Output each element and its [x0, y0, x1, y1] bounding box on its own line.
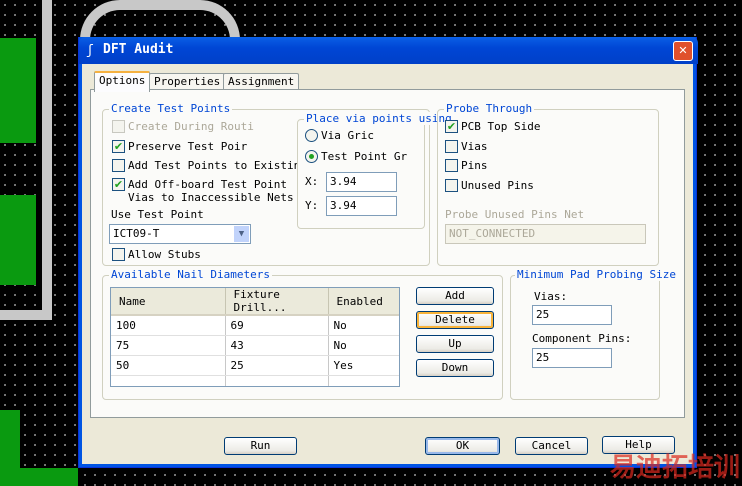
run-button[interactable]: Run — [224, 437, 297, 455]
probe-unused-net-label: Probe Unused Pins Net — [445, 208, 585, 221]
use-test-point-label: Use Test Point — [111, 208, 204, 221]
label-line: Vias to Inaccessible Nets — [128, 191, 294, 204]
cell[interactable] — [225, 375, 329, 386]
pins-checkbox[interactable]: Pins — [445, 159, 488, 172]
cell[interactable]: Yes — [328, 355, 399, 376]
add-button[interactable]: Add — [416, 287, 494, 305]
radio-button — [305, 129, 318, 142]
radio-label: Via Gric — [321, 129, 374, 142]
table-header: Name Fixture Drill... Enabled — [111, 288, 399, 316]
checkbox-box — [445, 179, 458, 192]
unused-pins-checkbox[interactable]: Unused Pins — [445, 179, 534, 192]
min-pad-vias-label: Vias: — [534, 290, 568, 303]
test-point-grid-radio[interactable]: Test Point Gr — [305, 150, 407, 163]
group-legend: Probe Through — [444, 102, 535, 115]
x-label: X: — [305, 175, 319, 188]
pcb-trace — [0, 310, 52, 320]
delete-button[interactable]: Delete — [416, 311, 494, 329]
checkbox-box — [445, 159, 458, 172]
checkbox-label: Vias — [461, 140, 488, 153]
cell[interactable] — [111, 375, 226, 386]
chevron-down-icon[interactable]: ▼ — [234, 226, 249, 242]
checkbox-label: Create During Routi — [128, 120, 254, 133]
component-pins-input[interactable]: 25 — [532, 348, 612, 368]
window-title: DFT Audit — [103, 42, 174, 57]
add-offboard-checkbox[interactable]: ✔ Add Off-board Test Point Vias to Inacces… — [112, 178, 294, 204]
cell[interactable]: 100 — [111, 315, 226, 336]
radio-button — [305, 150, 318, 163]
checkbox-label: Add Off-board Test Point Vias to Inaccess… — [128, 178, 294, 204]
y-label: Y: — [305, 199, 319, 212]
checkbox-box — [445, 140, 458, 153]
down-button[interactable]: Down — [416, 359, 494, 377]
checkbox-label: PCB Top Side — [461, 120, 541, 133]
allow-stubs-checkbox[interactable]: Allow Stubs — [112, 248, 201, 261]
tab-options[interactable]: Options — [94, 71, 151, 92]
cell[interactable] — [328, 375, 399, 386]
app-icon: ʃ — [86, 43, 94, 58]
probe-unused-net-input: NOT_CONNECTED — [445, 224, 646, 244]
label-line: Add Off-board Test Point — [128, 178, 287, 191]
checkbox-label: Pins — [461, 159, 488, 172]
checkbox-label: Unused Pins — [461, 179, 534, 192]
column-header-name[interactable]: Name — [111, 288, 226, 316]
cancel-button[interactable]: Cancel — [515, 437, 588, 455]
watermark-logo: 易迪拓培训 — [609, 453, 740, 483]
cell[interactable]: 25 — [225, 355, 329, 376]
cell[interactable]: No — [328, 335, 399, 356]
preserve-test-points-checkbox[interactable]: ✔ Preserve Test Poir — [112, 140, 247, 153]
title-bar[interactable]: ʃ DFT Audit ✕ — [79, 37, 698, 64]
checkbox-label: Allow Stubs — [128, 248, 201, 261]
up-button[interactable]: Up — [416, 335, 494, 353]
check-icon: ✔ — [112, 140, 125, 153]
min-pad-vias-input[interactable]: 25 — [532, 305, 612, 325]
component-pins-label: Component Pins: — [532, 332, 632, 345]
cell[interactable]: 50 — [111, 355, 226, 376]
checkbox-label: Add Test Points to Existing — [128, 159, 307, 172]
column-header-fixture-drill[interactable]: Fixture Drill... — [225, 288, 329, 316]
pcb-top-side-checkbox[interactable]: ✔ PCB Top Side — [445, 120, 540, 133]
checkbox-box — [112, 248, 125, 261]
close-button[interactable]: ✕ — [673, 41, 693, 61]
pcb-trace — [42, 0, 52, 320]
group-legend: Create Test Points — [109, 102, 233, 115]
table-row[interactable]: 50 25 Yes — [111, 355, 399, 376]
nail-diameters-table[interactable]: Name Fixture Drill... Enabled 100 69 No 75… — [110, 287, 400, 387]
select-value: ICT09-T — [113, 227, 160, 240]
column-header-enabled[interactable]: Enabled — [328, 288, 399, 316]
radio-label: Test Point Gr — [321, 150, 408, 163]
x-input[interactable]: 3.94 — [326, 172, 397, 192]
y-input[interactable]: 3.94 — [326, 196, 397, 216]
group-legend: Place via points using — [304, 112, 454, 125]
check-icon: ✔ — [112, 178, 125, 191]
group-legend: Available Nail Diameters — [109, 268, 272, 281]
cell[interactable]: 43 — [225, 335, 329, 356]
pcb-pad — [0, 38, 36, 143]
cell[interactable]: 69 — [225, 315, 329, 336]
table-row[interactable]: 100 69 No — [111, 315, 399, 336]
table-row-empty[interactable] — [111, 375, 399, 386]
pcb-pad — [0, 468, 78, 486]
via-grid-radio[interactable]: Via Gric — [305, 129, 374, 142]
checkbox-box — [112, 159, 125, 172]
vias-checkbox[interactable]: Vias — [445, 140, 488, 153]
pcb-pad — [0, 195, 36, 285]
ok-button[interactable]: OK — [425, 437, 500, 455]
checkbox-box — [112, 120, 125, 133]
checkbox-label: Preserve Test Poir — [128, 140, 248, 153]
cell[interactable]: 75 — [111, 335, 226, 356]
table-row[interactable]: 75 43 No — [111, 335, 399, 356]
use-test-point-select[interactable]: ICT09-T ▼ — [109, 224, 251, 244]
cell[interactable]: No — [328, 315, 399, 336]
group-legend: Minimum Pad Probing Size — [515, 268, 678, 281]
check-icon: ✔ — [445, 120, 458, 133]
add-to-existing-checkbox[interactable]: Add Test Points to Existing — [112, 159, 307, 172]
create-during-routing-checkbox[interactable]: Create During Routi — [112, 120, 254, 133]
